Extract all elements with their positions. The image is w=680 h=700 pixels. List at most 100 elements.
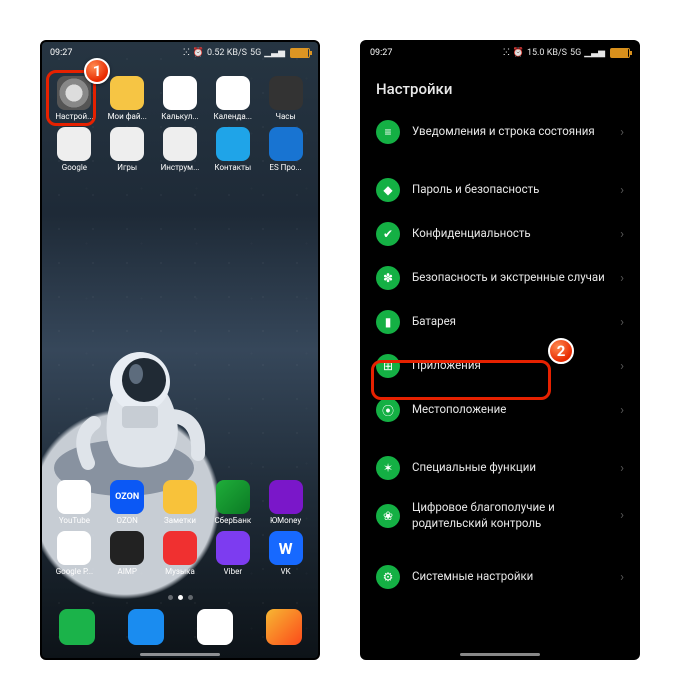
app-viber-icon (216, 531, 250, 565)
app-tools-folder[interactable]: Инструм... (154, 127, 207, 172)
app-clock-icon (269, 76, 303, 110)
callout-highlight-2 (371, 360, 551, 400)
app-calculator[interactable]: Калькул... (154, 76, 207, 121)
settings-battery[interactable]: ▮Батарея› (362, 300, 638, 344)
dock-yandex[interactable] (197, 609, 233, 645)
chevron-right-icon: › (620, 125, 624, 140)
app-games-folder[interactable]: Игры (101, 127, 154, 172)
chevron-right-icon: › (620, 227, 624, 242)
app-viber-label: Viber (224, 567, 242, 576)
settings-notifications[interactable]: ≡ Уведомления и строка состояния › (362, 110, 638, 154)
page-indicator (42, 595, 318, 600)
settings-location-label: Местоположение (412, 402, 608, 418)
dock-phone[interactable] (59, 609, 95, 645)
app-calculator-icon (163, 76, 197, 110)
app-play-store-label: Google P... (56, 567, 93, 576)
status-net: 0.52 KB/S (207, 48, 247, 58)
app-files-icon (110, 76, 144, 110)
app-calendar-label: Календа... (214, 112, 252, 121)
app-contacts[interactable]: Контакты (206, 127, 259, 172)
settings-notifications-icon: ≡ (376, 120, 400, 144)
settings-privacy[interactable]: ✔ Конфиденциальность › (362, 212, 638, 256)
app-games-folder-icon (110, 127, 144, 161)
chevron-right-icon: › (620, 183, 624, 198)
app-vk-label: VK (281, 567, 291, 576)
callout-badge-2: 2 (548, 338, 574, 364)
app-files[interactable]: Мои фай... (101, 76, 154, 121)
app-music-icon (163, 531, 197, 565)
status-alarm-icon: ⏰ (193, 48, 204, 58)
app-ozon-label: OZON (117, 516, 138, 525)
settings-privacy-icon: ✔ (376, 222, 400, 246)
dock (42, 602, 318, 652)
app-sberbank-label: СберБанк (214, 516, 251, 525)
app-play-store[interactable]: Google P... (48, 531, 101, 576)
battery-icon (290, 48, 310, 58)
app-youtube[interactable]: YouTube (48, 480, 101, 525)
app-sberbank[interactable]: СберБанк (206, 480, 259, 525)
chevron-right-icon: › (620, 315, 624, 330)
settings-wellbeing-icon: ❀ (376, 504, 400, 528)
app-games-folder-label: Игры (117, 163, 137, 172)
settings-system[interactable]: ⚙Системные настройки› (362, 555, 638, 599)
app-notes-label: Заметки (164, 516, 196, 525)
status-time: 09:27 (370, 48, 392, 58)
app-viber[interactable]: Viber (206, 531, 259, 576)
app-notes[interactable]: Заметки (154, 480, 207, 525)
app-ozon[interactable]: OZONOZON (101, 480, 154, 525)
app-calculator-label: Калькул... (161, 112, 198, 121)
settings-special[interactable]: ✶ Специальные функции › (362, 446, 638, 490)
app-aimp-label: AIMP (117, 567, 136, 576)
app-vk-icon: W (269, 531, 303, 565)
status-signal: 5G (250, 48, 261, 58)
chevron-right-icon: › (620, 570, 624, 585)
settings-privacy-label: Конфиденциальность (412, 226, 608, 242)
settings-list: ≡Уведомления и строка состояния›◆Пароль … (362, 110, 638, 599)
app-notes-icon (163, 480, 197, 514)
settings-emergency-label: Безопасность и экстренные случаи (412, 270, 608, 286)
phone-settings-screen: 09:27 ⵘ ⏰ 15.0 KB/S 5G ▁▃▅ Настройки ≡Ув… (360, 40, 640, 660)
chevron-right-icon: › (620, 403, 624, 418)
status-alarm-icon: ⏰ (513, 48, 524, 58)
status-bar: 09:27 ⵘ ⏰ 15.0 KB/S 5G ▁▃▅ (362, 42, 638, 64)
settings-password[interactable]: ◆Пароль и безопасность› (362, 168, 638, 212)
app-files-label: Мои фай... (108, 112, 147, 121)
chevron-right-icon: › (620, 508, 624, 523)
settings-system-icon: ⚙ (376, 565, 400, 589)
dock-camera[interactable] (266, 609, 302, 645)
settings-special-icon: ✶ (376, 456, 400, 480)
app-es-explorer-label: ES Про... (269, 163, 301, 172)
status-time: 09:27 (50, 48, 72, 58)
app-aimp[interactable]: AIMP (101, 531, 154, 576)
settings-special-label: Специальные функции (412, 460, 608, 476)
app-google-folder-label: Google (62, 163, 87, 172)
status-bt-icon: ⵘ (183, 48, 190, 58)
app-music-label: Музыка (165, 567, 195, 576)
settings-emergency-icon: ✽ (376, 266, 400, 290)
home-indicator (140, 653, 220, 656)
app-google-folder-icon (57, 127, 91, 161)
app-grid-lower: YouTubeOZONOZON Заметки СберБанк ЮMoney Goog… (42, 476, 318, 580)
settings-notifications-label: Уведомления и строка состояния (412, 124, 608, 140)
status-bar: 09:27 ⵘ ⏰ 0.52 KB/S 5G ▁▃▅ (42, 42, 318, 64)
app-umoney-icon (269, 480, 303, 514)
settings-battery-icon: ▮ (376, 310, 400, 334)
app-play-store-icon (57, 531, 91, 565)
settings-emergency[interactable]: ✽Безопасность и экстренные случаи› (362, 256, 638, 300)
app-clock[interactable]: Часы (259, 76, 312, 121)
settings-wellbeing[interactable]: ❀Цифровое благополучие и родительский ко… (362, 490, 638, 541)
chevron-right-icon: › (620, 359, 624, 374)
app-vk[interactable]: W VK (259, 531, 312, 576)
app-es-explorer[interactable]: ES Про... (259, 127, 312, 172)
settings-password-icon: ◆ (376, 178, 400, 202)
chevron-right-icon: › (620, 461, 624, 476)
app-calendar[interactable]: Календа... (206, 76, 259, 121)
app-music[interactable]: Музыка (154, 531, 207, 576)
app-contacts-label: Контакты (214, 163, 251, 172)
app-calendar-icon (216, 76, 250, 110)
battery-icon (610, 48, 630, 58)
app-google-folder[interactable]: Google (48, 127, 101, 172)
app-umoney[interactable]: ЮMoney (259, 480, 312, 525)
dock-messages[interactable] (128, 609, 164, 645)
phone-home-screen: 09:27 ⵘ ⏰ 0.52 KB/S 5G ▁▃▅ Настрой...Мои… (40, 40, 320, 660)
